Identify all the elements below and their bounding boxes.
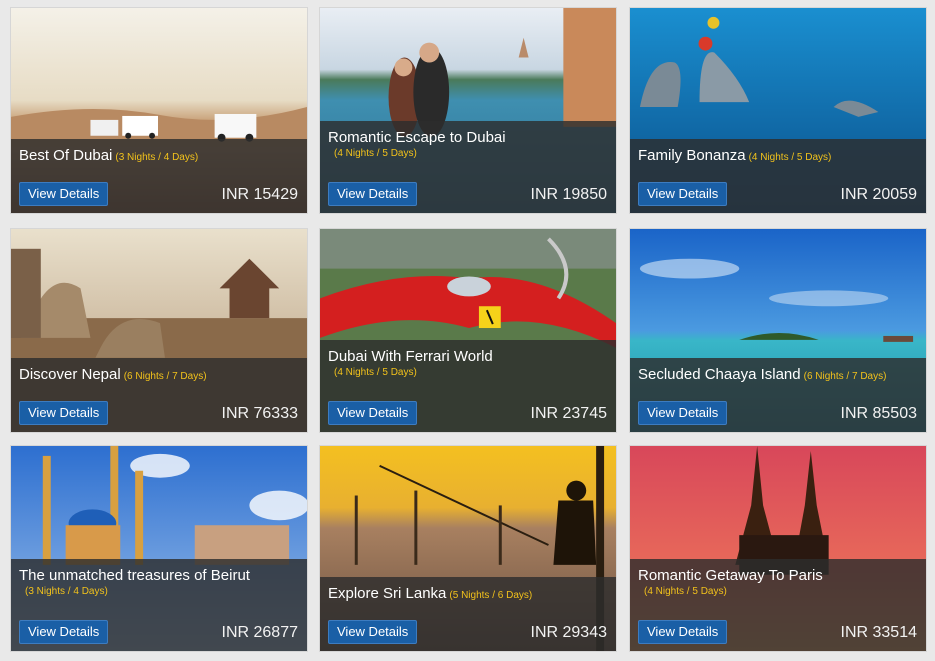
view-details-button[interactable]: View Details: [19, 401, 109, 425]
package-card-discover-nepal[interactable]: Discover Nepal (6 Nights / 7 Days) View D…: [10, 228, 308, 433]
package-card-sri-lanka[interactable]: Explore Sri Lanka (5 Nights / 6 Days) Vie…: [319, 445, 617, 652]
package-title: Explore Sri Lanka: [328, 585, 447, 602]
package-duration: (3 Nights / 4 Days): [25, 586, 108, 597]
package-title: Secluded Chaaya Island: [638, 366, 801, 383]
package-duration: (4 Nights / 5 Days): [748, 152, 832, 163]
package-duration: (3 Nights / 4 Days): [115, 152, 199, 163]
view-details-button[interactable]: View Details: [19, 620, 109, 644]
package-card-best-of-dubai[interactable]: Best Of Dubai (3 Nights / 4 Days) View De…: [10, 7, 308, 214]
view-details-button[interactable]: View Details: [328, 620, 418, 644]
card-info-panel: Family Bonanza (4 Nights / 5 Days) View D…: [630, 139, 926, 213]
package-title: Dubai With Ferrari World: [328, 348, 493, 365]
package-card-chaaya-island[interactable]: Secluded Chaaya Island (6 Nights / 7 Days…: [629, 228, 927, 433]
card-info-panel: Explore Sri Lanka (5 Nights / 6 Days) Vie…: [320, 577, 616, 651]
package-price: INR 20059: [840, 186, 918, 203]
view-details-button[interactable]: View Details: [638, 401, 728, 425]
package-price: INR 19850: [530, 186, 608, 203]
package-price: INR 23745: [530, 405, 608, 422]
package-card-ferrari-world[interactable]: Dubai With Ferrari World (4 Nights / 5 Da…: [319, 228, 617, 433]
package-duration: (4 Nights / 5 Days): [334, 367, 417, 378]
package-price: INR 33514: [840, 624, 918, 641]
package-duration: (6 Nights / 7 Days): [803, 371, 887, 382]
package-title: Best Of Dubai: [19, 147, 113, 164]
package-card-paris[interactable]: Romantic Getaway To Paris (4 Nights / 5 D…: [629, 445, 927, 652]
view-details-button[interactable]: View Details: [638, 182, 728, 206]
package-price: INR 15429: [221, 186, 299, 203]
package-title: Family Bonanza: [638, 147, 746, 164]
view-details-button[interactable]: View Details: [19, 182, 109, 206]
view-details-button[interactable]: View Details: [328, 401, 418, 425]
package-price: INR 26877: [221, 624, 299, 641]
package-title: Discover Nepal: [19, 366, 121, 383]
package-duration: (4 Nights / 5 Days): [334, 148, 417, 159]
package-price: INR 76333: [221, 405, 299, 422]
card-info-panel: Romantic Escape to Dubai (4 Nights / 5 Da…: [320, 121, 616, 213]
package-card-romantic-escape-dubai[interactable]: Romantic Escape to Dubai (4 Nights / 5 Da…: [319, 7, 617, 214]
package-duration: (5 Nights / 6 Days): [449, 590, 533, 601]
package-title: Romantic Escape to Dubai: [328, 129, 506, 146]
card-info-panel: Best Of Dubai (3 Nights / 4 Days) View De…: [11, 139, 307, 213]
package-title: The unmatched treasures of Beirut: [19, 567, 250, 584]
package-price: INR 29343: [530, 624, 608, 641]
card-info-panel: Dubai With Ferrari World (4 Nights / 5 Da…: [320, 340, 616, 432]
card-info-panel: The unmatched treasures of Beirut (3 Nigh…: [11, 559, 307, 651]
package-card-beirut[interactable]: The unmatched treasures of Beirut (3 Nigh…: [10, 445, 308, 652]
view-details-button[interactable]: View Details: [638, 620, 728, 644]
card-info-panel: Secluded Chaaya Island (6 Nights / 7 Days…: [630, 358, 926, 432]
package-duration: (6 Nights / 7 Days): [123, 371, 207, 382]
package-duration: (4 Nights / 5 Days): [644, 586, 727, 597]
package-title: Romantic Getaway To Paris: [638, 567, 823, 584]
package-card-family-bonanza[interactable]: Family Bonanza (4 Nights / 5 Days) View D…: [629, 7, 927, 214]
package-grid: Best Of Dubai (3 Nights / 4 Days) View De…: [0, 0, 935, 661]
card-info-panel: Romantic Getaway To Paris (4 Nights / 5 D…: [630, 559, 926, 651]
package-price: INR 85503: [840, 405, 918, 422]
view-details-button[interactable]: View Details: [328, 182, 418, 206]
card-info-panel: Discover Nepal (6 Nights / 7 Days) View D…: [11, 358, 307, 432]
